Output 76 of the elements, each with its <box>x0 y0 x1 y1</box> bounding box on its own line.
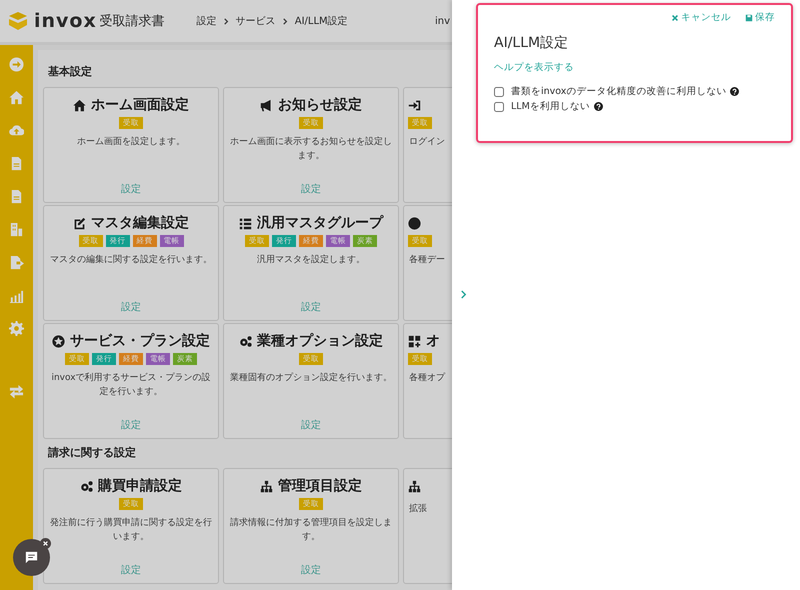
logo-icon <box>8 11 28 31</box>
card-description: ログイン <box>408 136 446 149</box>
chat-icon <box>24 550 39 565</box>
close-icon <box>671 14 679 22</box>
star-badge-icon <box>52 334 65 348</box>
arrow-circle-icon[interactable] <box>9 57 24 72</box>
card-description: 請求情報に付加する管理項目を設定します。 <box>229 516 393 544</box>
settings-link[interactable]: 設定 <box>121 563 141 577</box>
grid-icon <box>408 334 421 348</box>
option-label: LLMを利用しない <box>511 100 590 113</box>
chevron-right-icon[interactable] <box>460 290 467 299</box>
checkbox[interactable] <box>494 102 504 112</box>
home-icon[interactable] <box>9 90 24 105</box>
card-description: 汎用マスタを設定します。 <box>256 254 366 267</box>
sign-in-icon <box>408 98 421 112</box>
section-title: 基本設定 <box>48 64 93 79</box>
panel-title: AI/LLM設定 <box>494 34 570 52</box>
chevron-icon <box>282 18 289 24</box>
cloud-upload-icon[interactable] <box>9 123 24 138</box>
home-icon <box>73 98 86 112</box>
cancel-button[interactable]: キャンセル <box>671 11 731 24</box>
circle-icon <box>408 216 421 230</box>
card-title: 購買申請設定 <box>98 477 182 495</box>
close-icon[interactable] <box>40 538 51 549</box>
card-description: 各種デー <box>408 254 446 267</box>
gears-icon <box>80 480 93 492</box>
bar-chart-icon[interactable] <box>9 288 24 303</box>
card-description: 発注前に行う購買申請に関する設定を行います。 <box>49 516 213 544</box>
settings-link[interactable]: 設定 <box>121 182 141 196</box>
user-name[interactable]: inv <box>434 16 450 26</box>
card-title: 業種オプション設定 <box>257 332 383 350</box>
card-description: 各種オプ <box>408 371 446 385</box>
card-title: 汎用マスタグループ <box>257 214 383 232</box>
sitemap-icon <box>260 480 273 492</box>
card-description: invoxで利用するサービス・プランの設定を行います。 <box>50 371 212 399</box>
card-title: マスタ編集設定 <box>91 214 189 232</box>
card-title: サービス・プラン設定 <box>70 332 210 350</box>
chevron-icon <box>222 18 230 24</box>
megaphone-icon <box>260 98 273 112</box>
settings-link[interactable]: 設定 <box>301 418 321 432</box>
settings-icon[interactable] <box>9 321 24 336</box>
card-description: ホーム画面に表示するお知らせを設定します。 <box>229 136 393 163</box>
file-icon[interactable] <box>9 189 24 204</box>
breadcrumb-item: AI/LLM設定 <box>294 14 348 28</box>
settings-link[interactable]: 設定 <box>121 300 141 314</box>
logo-text: invox <box>34 10 97 32</box>
help-icon[interactable] <box>730 87 740 96</box>
breadcrumb-item[interactable]: サービス <box>236 14 276 28</box>
help-icon[interactable] <box>594 102 603 111</box>
card-description: ホーム画面を設定します。 <box>76 136 186 149</box>
settings-link[interactable]: 設定 <box>301 182 321 196</box>
help-link[interactable]: ヘルプを表示する <box>494 61 574 74</box>
file-export-icon[interactable] <box>9 255 24 270</box>
settings-link[interactable]: 設定 <box>301 300 321 314</box>
settings-link[interactable]: 設定 <box>121 418 141 432</box>
option-label: 書類をinvoxのデータ化精度の改善に利用しない <box>511 85 726 98</box>
list-icon <box>239 216 252 230</box>
building-icon[interactable] <box>9 222 24 237</box>
sitemap-icon <box>408 480 421 492</box>
card-title: オ <box>426 332 440 350</box>
card-description: 業種固有のオプション設定を行います。 <box>229 371 393 385</box>
file-icon[interactable] <box>9 156 24 171</box>
gears-icon <box>239 334 252 348</box>
checkbox[interactable] <box>494 86 504 96</box>
breadcrumb-item[interactable]: 設定 <box>196 14 217 28</box>
section-title: 請求に関する設定 <box>48 445 137 460</box>
card-description: マスタの編集に関する設定を行います。 <box>49 254 213 267</box>
swap-arrows-icon[interactable] <box>9 384 24 399</box>
settings-link[interactable]: 設定 <box>301 563 321 577</box>
edit-icon <box>73 216 86 230</box>
card-description: 拡張 <box>408 502 428 516</box>
card-title: お知らせ設定 <box>278 96 362 114</box>
card-title: ホーム画面設定 <box>91 96 189 114</box>
product-name: 受取請求書 <box>100 13 165 30</box>
card-title: 管理項目設定 <box>278 477 362 495</box>
save-button[interactable]: 保存 <box>745 11 775 24</box>
